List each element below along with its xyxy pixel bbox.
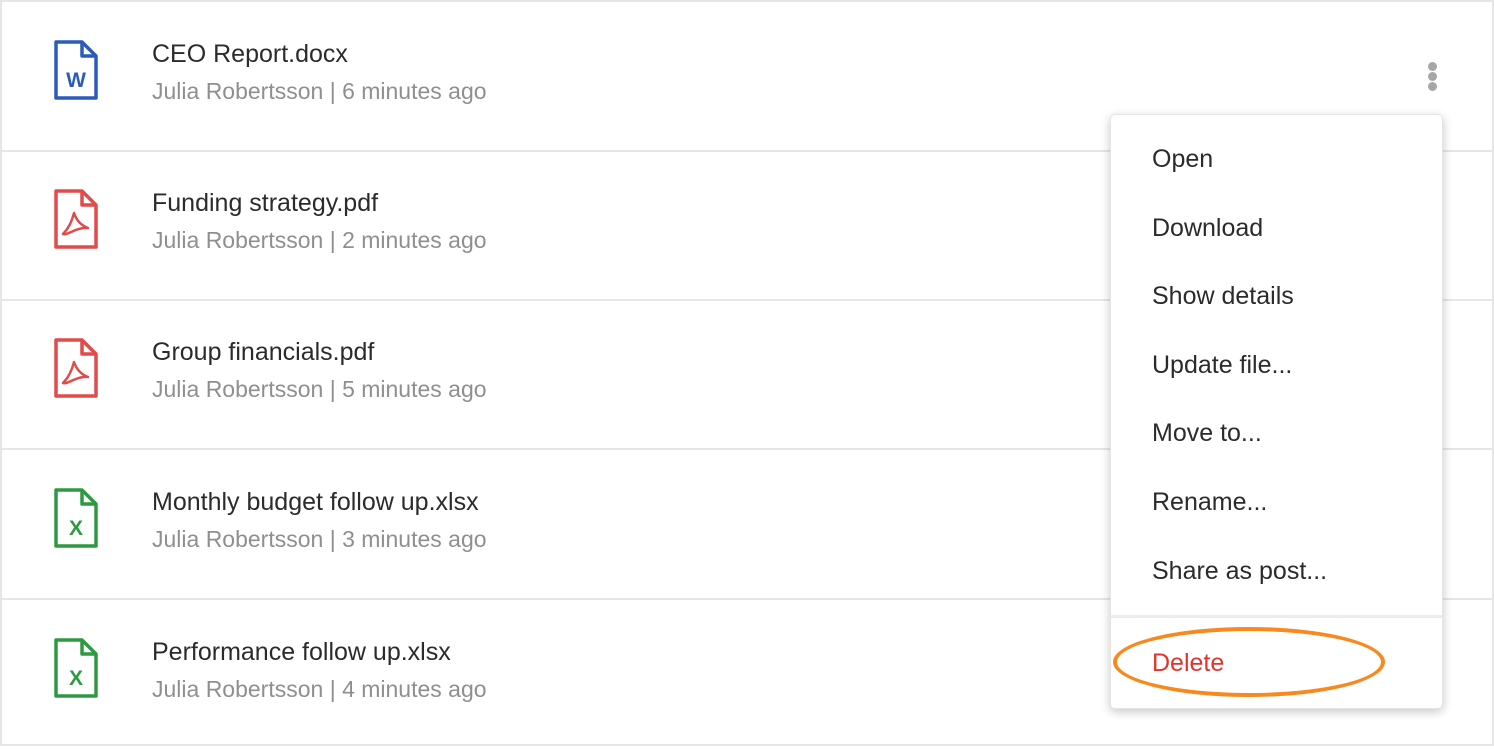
menu-item-delete[interactable]: Delete: [1111, 633, 1442, 693]
file-meta: Julia Robertsson | 3 minutes ago: [152, 526, 487, 552]
file-name[interactable]: Group financials.pdf: [152, 338, 374, 367]
menu-item-open[interactable]: Open: [1111, 129, 1442, 189]
more-vertical-icon: [1428, 82, 1437, 91]
word-icon-letter: W: [66, 69, 86, 92]
pdf-file-icon: [54, 189, 98, 249]
excel-icon-letter: X: [69, 667, 83, 690]
file-name[interactable]: Monthly budget follow up.xlsx: [152, 488, 479, 517]
excel-file-icon: X: [54, 488, 98, 548]
more-options-button[interactable]: [1418, 58, 1448, 94]
menu-item-share-as-post[interactable]: Share as post...: [1111, 541, 1442, 601]
more-vertical-icon: [1428, 62, 1437, 71]
word-file-icon: W: [54, 40, 98, 100]
excel-file-icon: X: [54, 638, 98, 698]
menu-item-show-details[interactable]: Show details: [1111, 266, 1442, 326]
excel-icon-letter: X: [69, 517, 83, 540]
menu-divider: [1111, 615, 1442, 618]
pdf-file-icon: [54, 338, 98, 398]
menu-item-rename[interactable]: Rename...: [1111, 472, 1442, 532]
file-meta: Julia Robertsson | 2 minutes ago: [152, 227, 487, 253]
context-menu: Open Download Show details Update file..…: [1110, 114, 1443, 709]
file-name[interactable]: CEO Report.docx: [152, 40, 348, 69]
file-meta: Julia Robertsson | 6 minutes ago: [152, 78, 487, 104]
file-meta: Julia Robertsson | 4 minutes ago: [152, 676, 487, 702]
menu-item-move-to[interactable]: Move to...: [1111, 403, 1442, 463]
file-name[interactable]: Performance follow up.xlsx: [152, 638, 451, 667]
menu-item-download[interactable]: Download: [1111, 198, 1442, 258]
file-name[interactable]: Funding strategy.pdf: [152, 189, 378, 218]
menu-item-update-file[interactable]: Update file...: [1111, 335, 1442, 395]
more-vertical-icon: [1428, 72, 1437, 81]
file-meta: Julia Robertsson | 5 minutes ago: [152, 376, 487, 402]
